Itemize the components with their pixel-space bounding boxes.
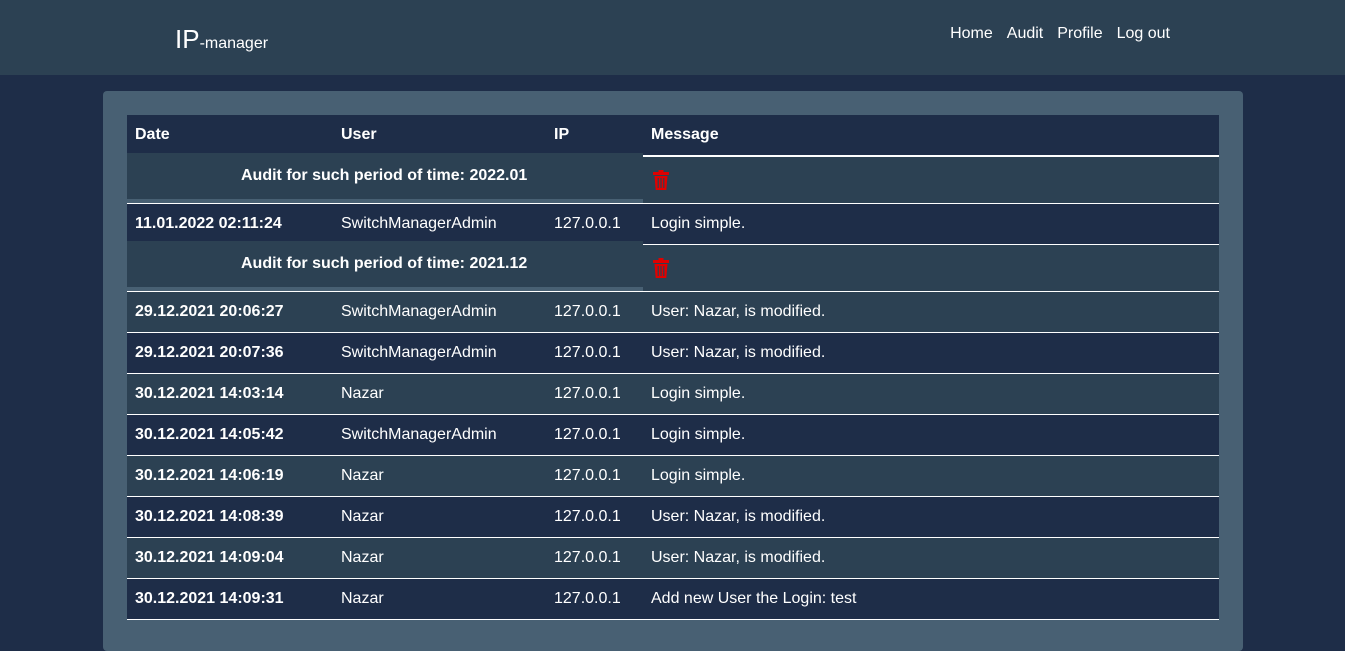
message-cell: Login simple. (643, 203, 1219, 245)
ip-cell: 127.0.0.1 (546, 496, 643, 538)
ip-cell: 127.0.0.1 (546, 203, 643, 245)
audit-period-label: Audit for such period of time: 2021.12 (127, 240, 643, 288)
message-cell: User: Nazar, is modified. (643, 537, 1219, 579)
trash-icon[interactable] (653, 258, 669, 278)
date-cell: 30.12.2021 14:08:39 (127, 496, 333, 538)
header-user: User (333, 115, 546, 157)
table-row: 29.12.2021 20:06:27 SwitchManagerAdmin 127… (127, 291, 1219, 333)
message-cell: Login simple. (643, 455, 1219, 497)
user-cell: Nazar (333, 496, 546, 538)
audit-table: Date User IP Message Audit for such peri… (127, 115, 1219, 620)
date-cell: 11.01.2022 02:11:24 (127, 203, 333, 245)
ip-cell: 127.0.0.1 (546, 414, 643, 456)
brand-main: IP (175, 24, 200, 54)
user-cell: Nazar (333, 578, 546, 620)
user-cell: Nazar (333, 537, 546, 579)
user-cell: Nazar (333, 455, 546, 497)
user-cell: SwitchManagerAdmin (333, 414, 546, 456)
brand-logo[interactable]: IP-manager (175, 24, 268, 59)
user-cell: SwitchManagerAdmin (333, 203, 546, 245)
message-cell: Add new User the Login: test (643, 578, 1219, 620)
table-row: 30.12.2021 14:03:14 Nazar 127.0.0.1 Login s… (127, 373, 1219, 415)
table-row: 30.12.2021 14:08:39 Nazar 127.0.0.1 User: N… (127, 496, 1219, 538)
audit-period-label: Audit for such period of time: 2022.01 (127, 152, 643, 200)
ip-cell: 127.0.0.1 (546, 332, 643, 374)
message-cell: User: Nazar, is modified. (643, 332, 1219, 374)
nav-profile-link[interactable]: Profile (1057, 24, 1102, 44)
ip-cell: 127.0.0.1 (546, 578, 643, 620)
nav-audit-link[interactable]: Audit (1007, 24, 1043, 44)
audit-panel: Date User IP Message Audit for such peri… (103, 91, 1243, 651)
date-cell: 30.12.2021 14:05:42 (127, 414, 333, 456)
audit-period-row: Audit for such period of time: 2021.12 (127, 240, 1219, 292)
user-cell: SwitchManagerAdmin (333, 332, 546, 374)
brand-suffix: -manager (199, 35, 269, 52)
ip-cell: 127.0.0.1 (546, 373, 643, 415)
table-header-row: Date User IP Message (127, 115, 1219, 157)
header-date: Date (127, 115, 333, 157)
message-cell: User: Nazar, is modified. (643, 496, 1219, 538)
nav-home-link[interactable]: Home (950, 24, 993, 44)
header-ip: IP (546, 115, 643, 157)
message-cell: Login simple. (643, 373, 1219, 415)
table-row: 30.12.2021 14:06:19 Nazar 127.0.0.1 Login s… (127, 455, 1219, 497)
table-row: 30.12.2021 14:05:42 SwitchManagerAdmin 127… (127, 414, 1219, 456)
date-cell: 29.12.2021 20:07:36 (127, 332, 333, 374)
audit-table-body: Audit for such period of time: 2022.01 11… (127, 152, 1219, 620)
ip-cell: 127.0.0.1 (546, 537, 643, 579)
table-row: 29.12.2021 20:07:36 SwitchManagerAdmin 127… (127, 332, 1219, 374)
user-cell: Nazar (333, 373, 546, 415)
date-cell: 30.12.2021 14:03:14 (127, 373, 333, 415)
table-row: 11.01.2022 02:11:24 SwitchManagerAdmin 127… (127, 203, 1219, 245)
delete-period-cell (643, 156, 1219, 204)
table-row: 30.12.2021 14:09:04 Nazar 127.0.0.1 User: N… (127, 537, 1219, 579)
top-navbar: IP-manager Home Audit Profile Log out (0, 0, 1345, 75)
date-cell: 29.12.2021 20:06:27 (127, 291, 333, 333)
date-cell: 30.12.2021 14:09:31 (127, 578, 333, 620)
date-cell: 30.12.2021 14:09:04 (127, 537, 333, 579)
header-message: Message (643, 115, 1219, 157)
user-cell: SwitchManagerAdmin (333, 291, 546, 333)
ip-cell: 127.0.0.1 (546, 455, 643, 497)
table-row: 30.12.2021 14:09:31 Nazar 127.0.0.1 Add new… (127, 578, 1219, 620)
message-cell: User: Nazar, is modified. (643, 291, 1219, 333)
trash-icon[interactable] (653, 170, 669, 190)
nav-logout-link[interactable]: Log out (1117, 24, 1170, 44)
main-nav: Home Audit Profile Log out (936, 24, 1170, 44)
date-cell: 30.12.2021 14:06:19 (127, 455, 333, 497)
message-cell: Login simple. (643, 414, 1219, 456)
ip-cell: 127.0.0.1 (546, 291, 643, 333)
audit-period-row: Audit for such period of time: 2022.01 (127, 152, 1219, 204)
delete-period-cell (643, 244, 1219, 292)
